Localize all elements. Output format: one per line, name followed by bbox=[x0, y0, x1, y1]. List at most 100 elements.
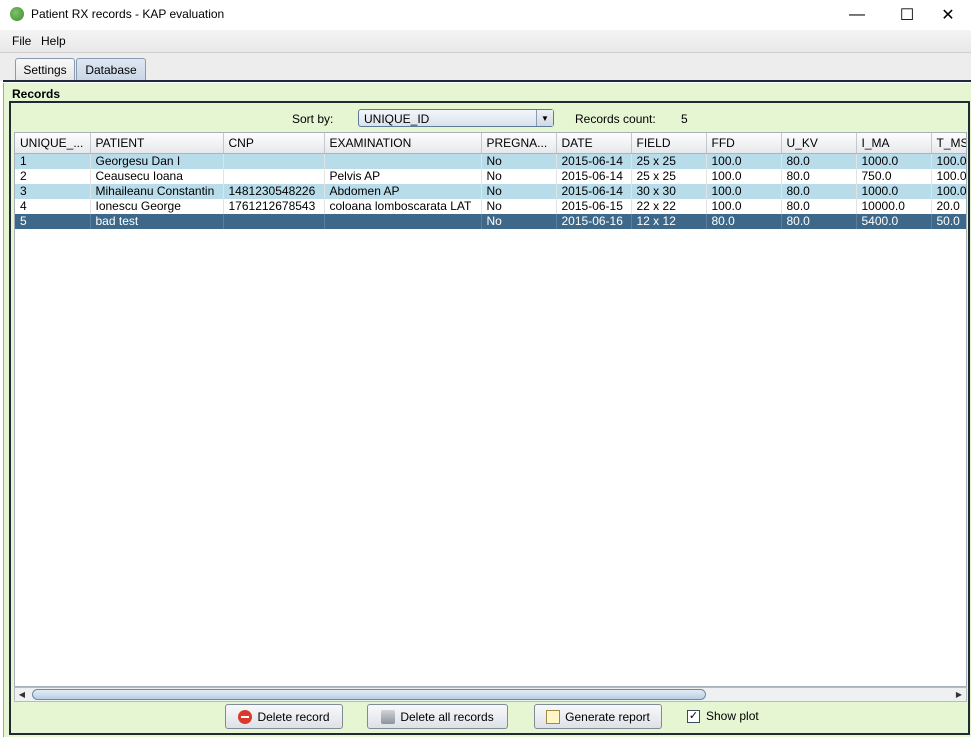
table-header-row: UNIQUE_... PATIENT CNP EXAMINATION PREGN… bbox=[15, 133, 966, 154]
table-cell: 2 bbox=[15, 169, 91, 184]
table-cell: 100.0 bbox=[931, 153, 966, 169]
table-cell: 1 bbox=[15, 153, 91, 169]
table-cell: 2015-06-15 bbox=[556, 199, 632, 214]
column-header[interactable]: DATE bbox=[556, 133, 632, 154]
table-cell: Pelvis AP bbox=[324, 169, 482, 184]
records-count-value: 5 bbox=[681, 112, 688, 126]
table-cell: No bbox=[481, 214, 557, 229]
table-cell: 100.0 bbox=[706, 184, 782, 199]
table-cell: No bbox=[481, 184, 557, 199]
table-cell: Ceausecu Ioana bbox=[90, 169, 224, 184]
scroll-right-arrow-icon[interactable]: ▶ bbox=[952, 688, 966, 701]
table-cell: 100.0 bbox=[931, 169, 966, 184]
column-header[interactable]: PATIENT bbox=[90, 133, 224, 154]
table-cell: 20.0 bbox=[931, 199, 966, 214]
app-icon bbox=[10, 7, 24, 21]
table-cell: 80.0 bbox=[781, 214, 857, 229]
table-cell: 25 x 25 bbox=[631, 169, 707, 184]
table-cell: 2015-06-14 bbox=[556, 184, 632, 199]
trash-icon bbox=[381, 709, 396, 724]
show-plot-checkbox[interactable]: ✓ bbox=[687, 709, 700, 723]
delete-all-records-button[interactable]: Delete all records bbox=[367, 704, 508, 729]
table-cell: 4 bbox=[15, 199, 91, 214]
records-table[interactable]: UNIQUE_... PATIENT CNP EXAMINATION PREGN… bbox=[14, 132, 967, 687]
table-cell: Mihaileanu Constantin bbox=[90, 184, 224, 199]
table-cell: 12 x 12 bbox=[631, 214, 707, 229]
table-cell bbox=[223, 214, 325, 229]
table-row[interactable]: 3 Mihaileanu Constantin 1481230548226 Ab… bbox=[15, 184, 966, 199]
table-cell: 80.0 bbox=[781, 184, 857, 199]
table-cell: Ionescu George bbox=[90, 199, 224, 214]
show-plot-toggle[interactable]: ✓ Show plot bbox=[687, 709, 759, 723]
records-inner-panel: Sort by: UNIQUE_ID ▼ Records count: 5 UN… bbox=[9, 101, 970, 735]
table-cell bbox=[324, 214, 482, 229]
menu-bar: File Help bbox=[0, 30, 971, 53]
horizontal-scrollbar[interactable]: ◀ ▶ bbox=[14, 687, 967, 702]
menu-file[interactable]: File bbox=[12, 34, 31, 48]
table-cell: 80.0 bbox=[781, 169, 857, 184]
sort-by-dropdown[interactable]: UNIQUE_ID ▼ bbox=[358, 109, 554, 127]
table-cell: 1000.0 bbox=[856, 184, 932, 199]
scrollbar-thumb[interactable] bbox=[32, 689, 706, 700]
delete-record-button[interactable]: Delete record bbox=[225, 704, 343, 729]
table-cell: bad test bbox=[90, 214, 224, 229]
table-cell: No bbox=[481, 199, 557, 214]
table-cell: coloana lomboscarata LAT bbox=[324, 199, 482, 214]
table-cell: 10000.0 bbox=[856, 199, 932, 214]
table-row-selected[interactable]: 5 bad test No 2015-06-16 12 x 12 80.0 80… bbox=[15, 214, 966, 229]
table-cell: 2015-06-14 bbox=[556, 169, 632, 184]
table-cell: 50.0 bbox=[931, 214, 966, 229]
sort-by-label: Sort by: bbox=[292, 112, 334, 126]
delete-record-label: Delete record bbox=[257, 709, 330, 724]
generate-report-button[interactable]: Generate report bbox=[534, 704, 662, 729]
dropdown-arrow-icon[interactable]: ▼ bbox=[536, 110, 553, 126]
show-plot-label: Show plot bbox=[706, 709, 759, 723]
table-cell: 2015-06-14 bbox=[556, 153, 632, 169]
table-cell: Georgesu Dan I bbox=[90, 153, 224, 169]
column-header[interactable]: T_MS bbox=[931, 133, 966, 154]
tab-divider bbox=[3, 80, 971, 82]
table-cell: 1481230548226 bbox=[223, 184, 325, 199]
table-cell: 1761212678543 bbox=[223, 199, 325, 214]
column-header[interactable]: UNIQUE_... bbox=[15, 133, 91, 154]
menu-help[interactable]: Help bbox=[41, 34, 66, 48]
table-cell: 80.0 bbox=[781, 199, 857, 214]
column-header[interactable]: I_MA bbox=[856, 133, 932, 154]
table-cell: 100.0 bbox=[706, 199, 782, 214]
table-cell: 100.0 bbox=[706, 153, 782, 169]
delete-icon bbox=[238, 709, 253, 724]
tab-database-label: Database bbox=[85, 62, 137, 77]
scroll-left-arrow-icon[interactable]: ◀ bbox=[15, 688, 29, 701]
table-row[interactable]: 1 Georgesu Dan I No 2015-06-14 25 x 25 1… bbox=[15, 153, 966, 169]
column-header[interactable]: EXAMINATION bbox=[324, 133, 482, 154]
table-cell: 1000.0 bbox=[856, 153, 932, 169]
records-title: Records bbox=[12, 87, 61, 101]
table-cell: 25 x 25 bbox=[631, 153, 707, 169]
records-panel: Records Sort by: UNIQUE_ID ▼ Records cou… bbox=[3, 83, 971, 737]
maximize-button[interactable]: ☐ bbox=[884, 0, 930, 30]
column-header[interactable]: PREGNA... bbox=[481, 133, 557, 154]
minimize-button[interactable]: — bbox=[834, 0, 880, 30]
column-header[interactable]: U_KV bbox=[781, 133, 857, 154]
table-cell: 22 x 22 bbox=[631, 199, 707, 214]
table-cell: 80.0 bbox=[781, 153, 857, 169]
table-row[interactable]: 2 Ceausecu Ioana Pelvis AP No 2015-06-14… bbox=[15, 169, 966, 184]
tab-settings[interactable]: Settings bbox=[15, 58, 75, 80]
table-cell: No bbox=[481, 169, 557, 184]
tab-database[interactable]: Database bbox=[76, 58, 146, 80]
column-header[interactable]: FIELD bbox=[631, 133, 707, 154]
table-cell: 2015-06-16 bbox=[556, 214, 632, 229]
table-cell bbox=[324, 153, 482, 169]
column-header[interactable]: FFD bbox=[706, 133, 782, 154]
table-cell bbox=[223, 153, 325, 169]
report-icon bbox=[546, 709, 561, 724]
table-cell: 750.0 bbox=[856, 169, 932, 184]
table-cell bbox=[223, 169, 325, 184]
table-cell: 80.0 bbox=[706, 214, 782, 229]
table-cell: 30 x 30 bbox=[631, 184, 707, 199]
close-button[interactable]: ✕ bbox=[925, 0, 971, 30]
tab-strip: Settings Database bbox=[0, 53, 971, 81]
column-header[interactable]: CNP bbox=[223, 133, 325, 154]
table-cell: Abdomen AP bbox=[324, 184, 482, 199]
table-row[interactable]: 4 Ionescu George 1761212678543 coloana l… bbox=[15, 199, 966, 214]
